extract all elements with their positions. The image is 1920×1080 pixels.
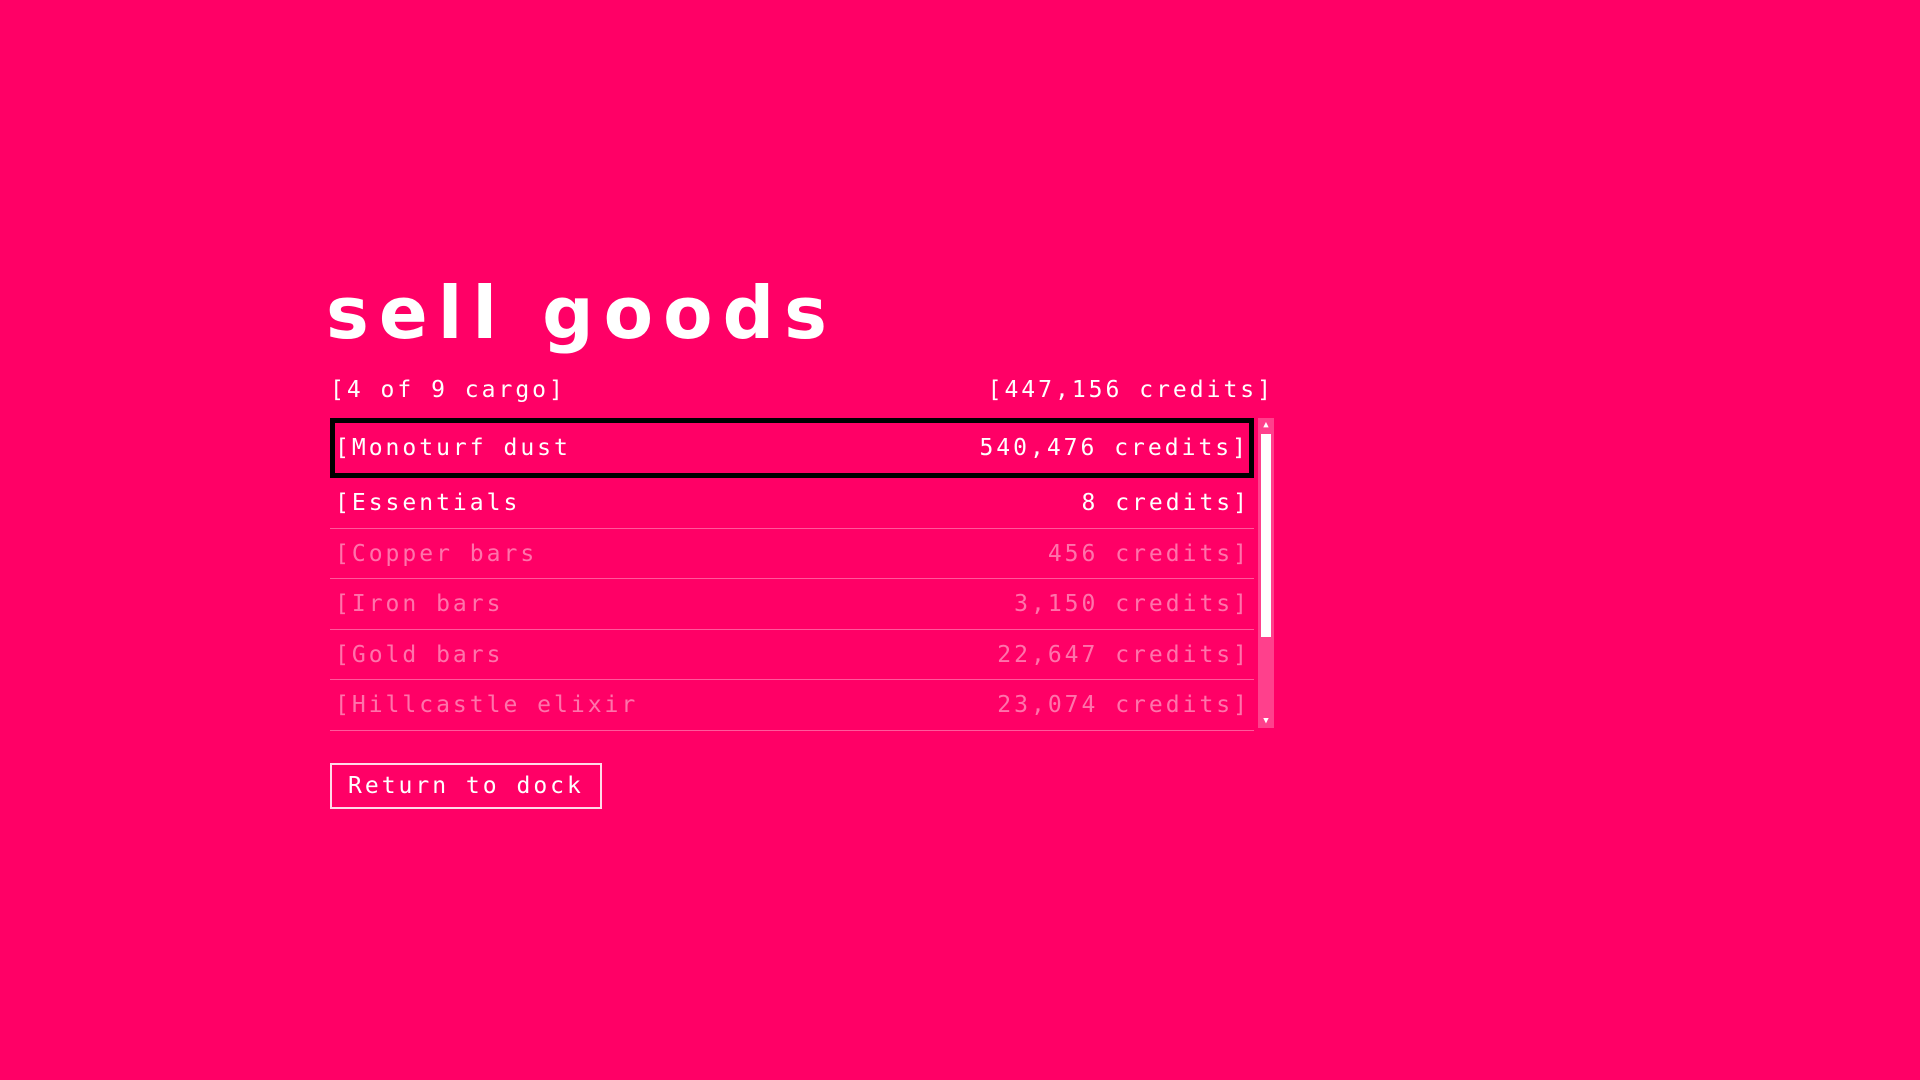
goods-price: 22,647 credits] <box>997 641 1250 668</box>
goods-price: 23,074 credits] <box>997 692 1250 719</box>
goods-price: 8 credits] <box>1081 490 1250 516</box>
return-to-dock-button[interactable]: Return to dock <box>330 763 602 809</box>
status-row: [4 of 9 cargo] [447,156 credits] <box>330 372 1274 408</box>
cargo-status: [4 of 9 cargo] <box>330 377 566 403</box>
goods-list: [Monoturf dust 540,476 credits] [Essenti… <box>330 418 1254 731</box>
goods-name: [Hillcastle elixir <box>335 692 639 719</box>
sell-goods-screen: sell goods [4 of 9 cargo] [447,156 credi… <box>0 0 1920 1080</box>
credits-status: [447,156 credits] <box>987 377 1274 403</box>
scroll-down-arrow-icon[interactable]: ▼ <box>1258 714 1274 728</box>
goods-row[interactable]: [Hillcastle elixir 23,074 credits] <box>330 680 1254 731</box>
goods-scrollbar[interactable]: ▲ ▼ <box>1258 418 1274 728</box>
screen-title: sell goods <box>326 271 837 355</box>
goods-row[interactable]: [Monoturf dust 540,476 credits] <box>330 418 1254 478</box>
goods-list-container: [Monoturf dust 540,476 credits] [Essenti… <box>330 418 1274 731</box>
sell-panel: sell goods [4 of 9 cargo] [447,156 credi… <box>326 270 1274 809</box>
goods-name: [Monoturf dust <box>335 435 571 461</box>
goods-name: [Essentials <box>335 490 521 516</box>
goods-row[interactable]: [Iron bars 3,150 credits] <box>330 579 1254 630</box>
goods-name: [Gold bars <box>335 641 504 668</box>
goods-name: [Iron bars <box>335 591 504 618</box>
goods-row[interactable]: [Essentials 8 credits] <box>330 478 1254 529</box>
goods-price: 456 credits] <box>1047 540 1250 567</box>
goods-row[interactable]: [Copper bars 456 credits] <box>330 529 1254 580</box>
goods-row[interactable]: [Gold bars 22,647 credits] <box>330 630 1254 681</box>
scroll-up-arrow-icon[interactable]: ▲ <box>1258 418 1274 432</box>
scrollbar-thumb[interactable] <box>1261 434 1271 637</box>
goods-price: 540,476 credits] <box>979 435 1249 461</box>
goods-name: [Copper bars <box>335 540 538 567</box>
goods-price: 3,150 credits] <box>1014 591 1250 618</box>
